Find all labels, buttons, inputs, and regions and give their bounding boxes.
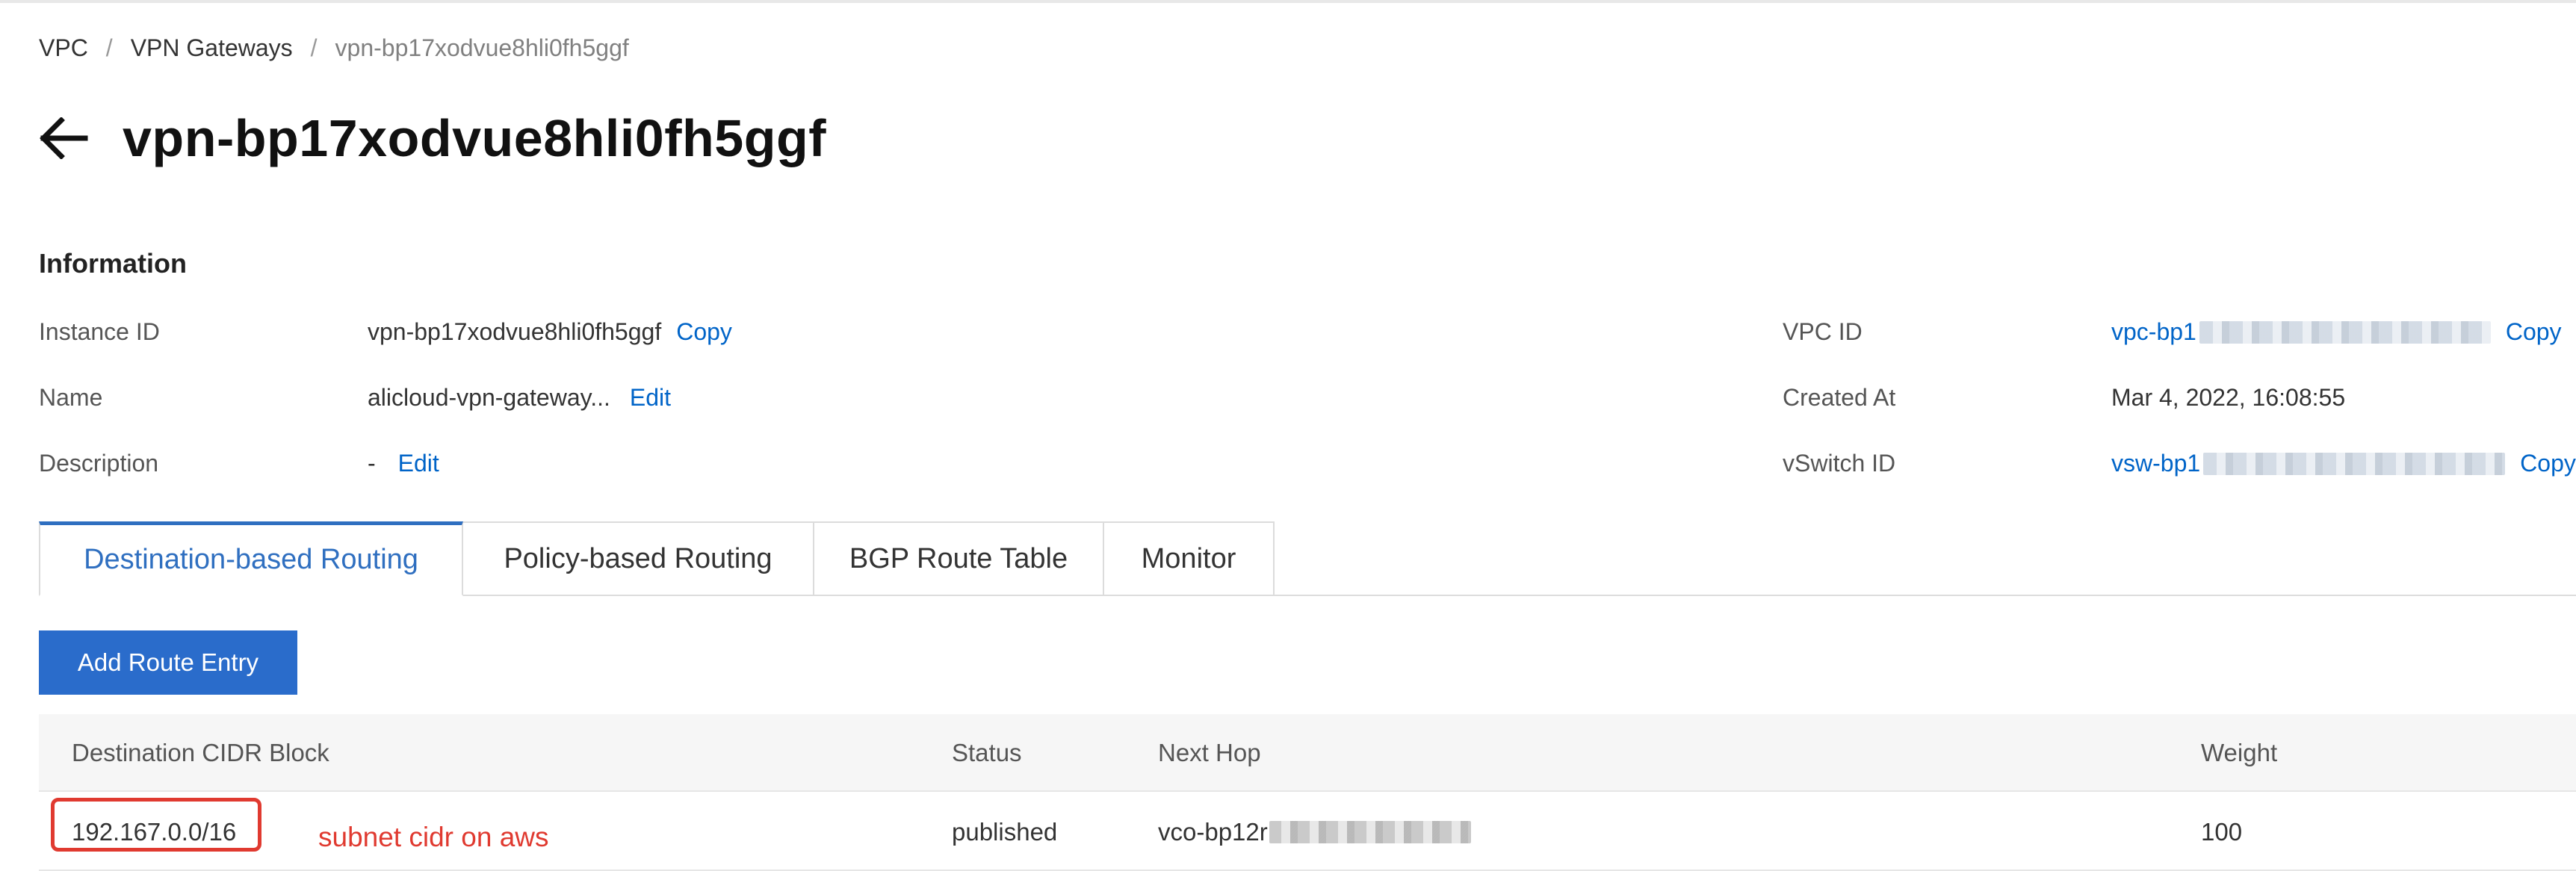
information-heading: Information [39,248,187,279]
redacted-vpc-id [2199,320,2491,344]
page-header: vpn-bp17xodvue8hli0fh5ggf [39,101,826,176]
tab-policy-based-routing[interactable]: Policy-based Routing [463,521,814,596]
created-at-label: Created At [1783,384,1896,411]
table-header: Destination CIDR Block Status Next Hop W… [39,714,2576,792]
name-value: alicloud-vpn-gateway... [368,384,610,411]
breadcrumb-vpn-gateways[interactable]: VPN Gateways [131,34,293,62]
breadcrumb-separator: / [310,34,318,61]
breadcrumb-current: vpn-bp17xodvue8hli0fh5ggf [335,34,629,61]
breadcrumb: VPC / VPN Gateways / vpn-bp17xodvue8hli0… [39,33,629,63]
vpc-id-value-wrap: vpc-bp1 Copy [2111,318,2562,346]
top-divider [0,0,2576,3]
vswitch-id-value-wrap: vsw-bp1 Copy [2111,450,2576,477]
annotation-text: subnet cidr on aws [318,822,549,852]
cell-status: published [952,818,1058,846]
name-label: Name [39,384,103,411]
cell-weight: 100 [2201,818,2243,846]
copy-vpc-id-button[interactable]: Copy [2506,318,2562,346]
next-hop-value: vco-bp12r [1158,818,1268,846]
description-value: - [368,450,376,477]
copy-instance-id-button[interactable]: Copy [676,318,732,346]
instance-id-value: vpn-bp17xodvue8hli0fh5ggf [368,318,662,345]
tab-bgp-route-table[interactable]: BGP Route Table [814,521,1104,596]
description-label: Description [39,450,159,477]
route-tabs: Destination-based Routing Policy-based R… [39,521,1275,596]
tab-destination-based-routing[interactable]: Destination-based Routing [39,521,463,596]
column-destination-cidr: Destination CIDR Block [72,739,329,766]
annotation-highlight-box [51,798,261,852]
cell-next-hop: vco-bp12r [1158,793,1471,871]
column-status: Status [952,739,1022,766]
instance-id-label: Instance ID [39,318,160,345]
redacted-next-hop [1269,821,1471,843]
arrow-left-icon[interactable] [39,117,88,159]
tab-monitor[interactable]: Monitor [1104,521,1275,596]
column-next-hop: Next Hop [1158,739,1261,766]
edit-name-button[interactable]: Edit [630,384,671,412]
vswitch-id-link[interactable]: vsw-bp1 [2111,450,2200,477]
breadcrumb-vpc[interactable]: VPC [39,34,88,62]
page-title: vpn-bp17xodvue8hli0fh5ggf [123,109,827,167]
created-at-value: Mar 4, 2022, 16:08:55 [2111,384,2346,411]
vpc-id-label: VPC ID [1783,318,1863,345]
instance-id-value-wrap: vpn-bp17xodvue8hli0fh5ggf Copy [368,318,732,346]
description-value-wrap: - Edit [368,450,439,477]
copy-vswitch-id-button[interactable]: Copy [2520,450,2576,477]
redacted-vswitch-id [2203,452,2506,475]
column-weight: Weight [2201,739,2278,766]
tabs-divider [1275,595,2576,596]
vswitch-id-label: vSwitch ID [1783,450,1896,477]
breadcrumb-separator: / [105,34,113,61]
vpc-id-link[interactable]: vpc-bp1 [2111,318,2196,346]
name-value-wrap: alicloud-vpn-gateway... Edit [368,384,671,412]
edit-description-button[interactable]: Edit [398,450,439,477]
add-route-entry-button[interactable]: Add Route Entry [39,630,297,695]
